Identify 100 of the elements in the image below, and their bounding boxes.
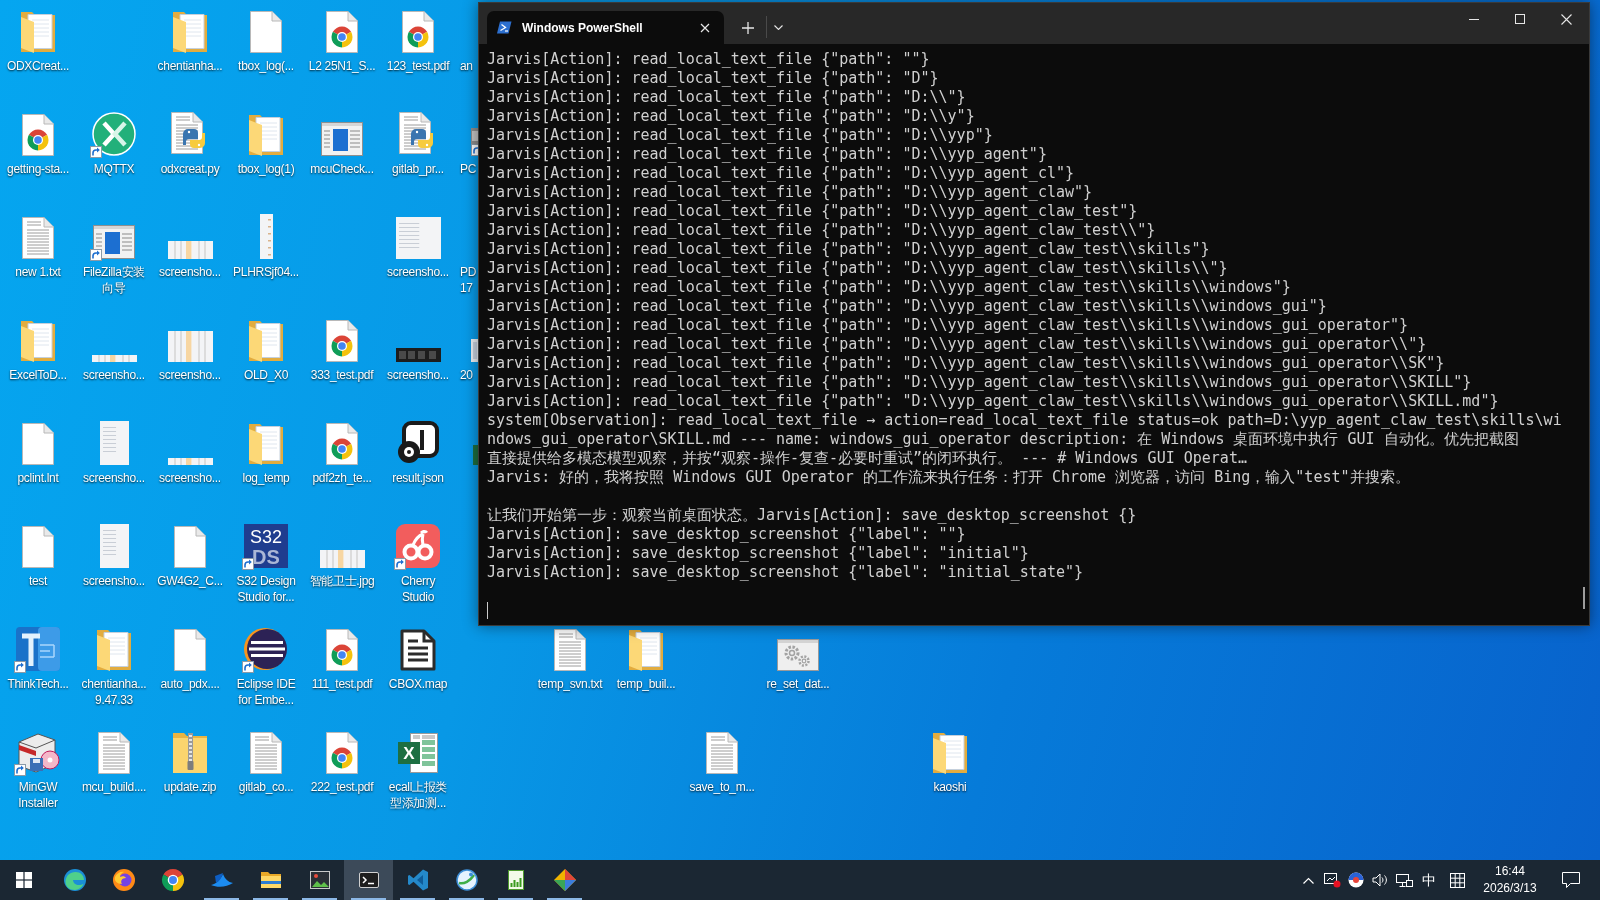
icon-label[interactable]: screensho... — [159, 264, 221, 280]
icon-label[interactable]: L2 25N1_S... — [308, 58, 376, 74]
gears-window-icon[interactable] — [777, 639, 819, 671]
browser-file-icon[interactable] — [402, 11, 434, 53]
app-logo-icon[interactable] — [92, 112, 136, 156]
image-file-icon[interactable] — [99, 524, 129, 568]
icon-label[interactable]: ThinkTech... — [7, 676, 69, 692]
blank-file-icon[interactable] — [250, 11, 282, 53]
icon-label[interactable]: Eclipse IDE for Embe... — [236, 676, 296, 708]
browser-file-icon[interactable] — [326, 732, 358, 774]
image-file-icon[interactable] — [259, 214, 273, 259]
icon-label[interactable]: MinGW Installer — [18, 779, 58, 811]
blank-file-icon[interactable] — [174, 526, 206, 568]
taskbar-button[interactable] — [344, 860, 393, 900]
icon-label[interactable]: GW4G2_C... — [157, 573, 223, 589]
icon-label[interactable]: log_temp — [242, 470, 290, 486]
text-file-icon[interactable] — [706, 732, 738, 774]
app-window-icon[interactable] — [321, 122, 363, 156]
icon-label[interactable]: S32 Design Studio for... — [236, 573, 296, 605]
image-file-icon[interactable] — [167, 331, 213, 362]
icon-label[interactable]: screensho... — [159, 470, 221, 486]
browser-icon[interactable] — [62, 868, 87, 892]
icon-label[interactable]: 智能卫士.jpg — [309, 573, 375, 589]
icon-label[interactable]: pdf2zh_te... — [312, 470, 372, 486]
icon-label[interactable]: odxcreat.py — [160, 161, 220, 177]
icon-label[interactable]: ODXCreat... — [6, 58, 70, 74]
media-file-icon[interactable] — [396, 421, 440, 465]
text-file-icon[interactable] — [98, 732, 130, 774]
browser-file-icon[interactable] — [326, 11, 358, 53]
terminal-tab[interactable]: Windows PowerShell — [487, 11, 724, 44]
blank-file-icon[interactable] — [22, 526, 54, 568]
network-icon[interactable] — [1395, 872, 1413, 888]
browser-file-icon[interactable] — [326, 629, 358, 671]
code-editor-icon[interactable] — [405, 868, 430, 892]
icon-label[interactable]: OLD_X0 — [243, 367, 289, 383]
blank-file-icon[interactable] — [22, 423, 54, 465]
icon-label[interactable]: screensho... — [387, 264, 449, 280]
icon-label[interactable]: MQTTX — [93, 161, 135, 177]
icon-label[interactable]: chentianha... 9.47.33 — [81, 676, 147, 708]
icon-label[interactable]: FileZilla安装 向导 — [82, 264, 145, 296]
installer-icon[interactable] — [16, 730, 60, 774]
image-file-icon[interactable] — [99, 421, 129, 465]
diamond-icon[interactable] — [552, 868, 577, 892]
icon-label[interactable]: test — [28, 573, 48, 589]
zipped-folder-icon[interactable] — [172, 732, 208, 774]
icon-label[interactable]: update.zip — [163, 779, 217, 795]
icon-label[interactable]: an — [460, 58, 473, 74]
icon-label[interactable]: PLHRSjf04... — [233, 264, 299, 280]
icon-label[interactable]: pclint.lnt — [17, 470, 59, 486]
icon-label[interactable]: PC — [460, 161, 477, 177]
clock-date[interactable]: 2026/3/13 — [1483, 880, 1537, 897]
icon-label[interactable]: screensho... — [83, 470, 145, 486]
icon-label[interactable]: screensho... — [159, 367, 221, 383]
app-logo-icon[interactable] — [16, 627, 60, 671]
grid-icon[interactable] — [1449, 872, 1465, 888]
icon-label[interactable]: mcuCheck... — [310, 161, 374, 177]
browser-icon[interactable] — [160, 868, 185, 892]
clock-time[interactable]: 16:44 — [1495, 863, 1525, 880]
partial-app-icon[interactable] — [471, 128, 478, 144]
icon-label[interactable]: ecall上报类 型添加测... — [388, 779, 448, 811]
tray-app-icon[interactable] — [1348, 872, 1364, 888]
icon-label[interactable]: re_set_dat... — [766, 676, 830, 692]
icon-label[interactable]: chentianha... — [157, 58, 223, 74]
text-file-icon[interactable] — [250, 732, 282, 774]
input-mode-button[interactable]: 中 — [1416, 860, 1442, 900]
cherry-logo-icon[interactable] — [396, 524, 440, 568]
icon-label[interactable]: save_to_m... — [689, 779, 755, 795]
icon-label[interactable]: 333_test.pdf — [310, 367, 374, 383]
browser-file-icon[interactable] — [22, 114, 54, 156]
icon-label[interactable]: gitlab_co... — [238, 779, 294, 795]
icon-label[interactable]: new 1.txt — [15, 264, 61, 280]
icon-label[interactable]: 222_test.pdf — [310, 779, 374, 795]
striped-circle-logo-icon[interactable] — [244, 627, 288, 671]
icon-label[interactable]: screensho... — [83, 573, 145, 589]
icon-label[interactable]: gitlab_pr... — [392, 161, 444, 177]
image-file-icon[interactable] — [319, 550, 365, 568]
app-window-icon[interactable] — [93, 225, 135, 259]
icon-label[interactable]: screensho... — [83, 367, 145, 383]
icon-label[interactable]: auto_pdx.... — [160, 676, 220, 692]
scrollbar-thumb[interactable] — [1583, 587, 1585, 609]
icon-label[interactable]: 20 — [460, 367, 473, 383]
image-file-icon[interactable] — [395, 348, 441, 362]
tray-app-icon[interactable] — [1323, 872, 1341, 888]
icon-label[interactable]: getting-sta... — [7, 161, 69, 177]
browser-icon[interactable] — [111, 868, 136, 892]
image-app-icon[interactable] — [307, 868, 332, 892]
icon-label[interactable]: tbox_log(1) — [237, 161, 295, 177]
icon-label[interactable]: 123_test.pdf — [386, 58, 450, 74]
text-file-icon[interactable] — [22, 217, 54, 259]
icon-label[interactable]: result.json — [392, 470, 444, 486]
icon-label[interactable]: ExcelToD... — [9, 367, 67, 383]
blank-file-icon[interactable] — [174, 629, 206, 671]
document-icon[interactable] — [400, 629, 436, 671]
icon-label[interactable]: kaoshi — [933, 779, 967, 795]
icon-label[interactable]: 111_test.pdf — [311, 676, 373, 692]
browser-file-icon[interactable] — [326, 423, 358, 465]
icon-label[interactable]: mcu_build.... — [81, 779, 147, 795]
icon-label[interactable]: CBOX.map — [388, 676, 448, 692]
icon-label[interactable]: temp_svn.txt — [537, 676, 603, 692]
image-file-icon[interactable] — [395, 217, 441, 259]
